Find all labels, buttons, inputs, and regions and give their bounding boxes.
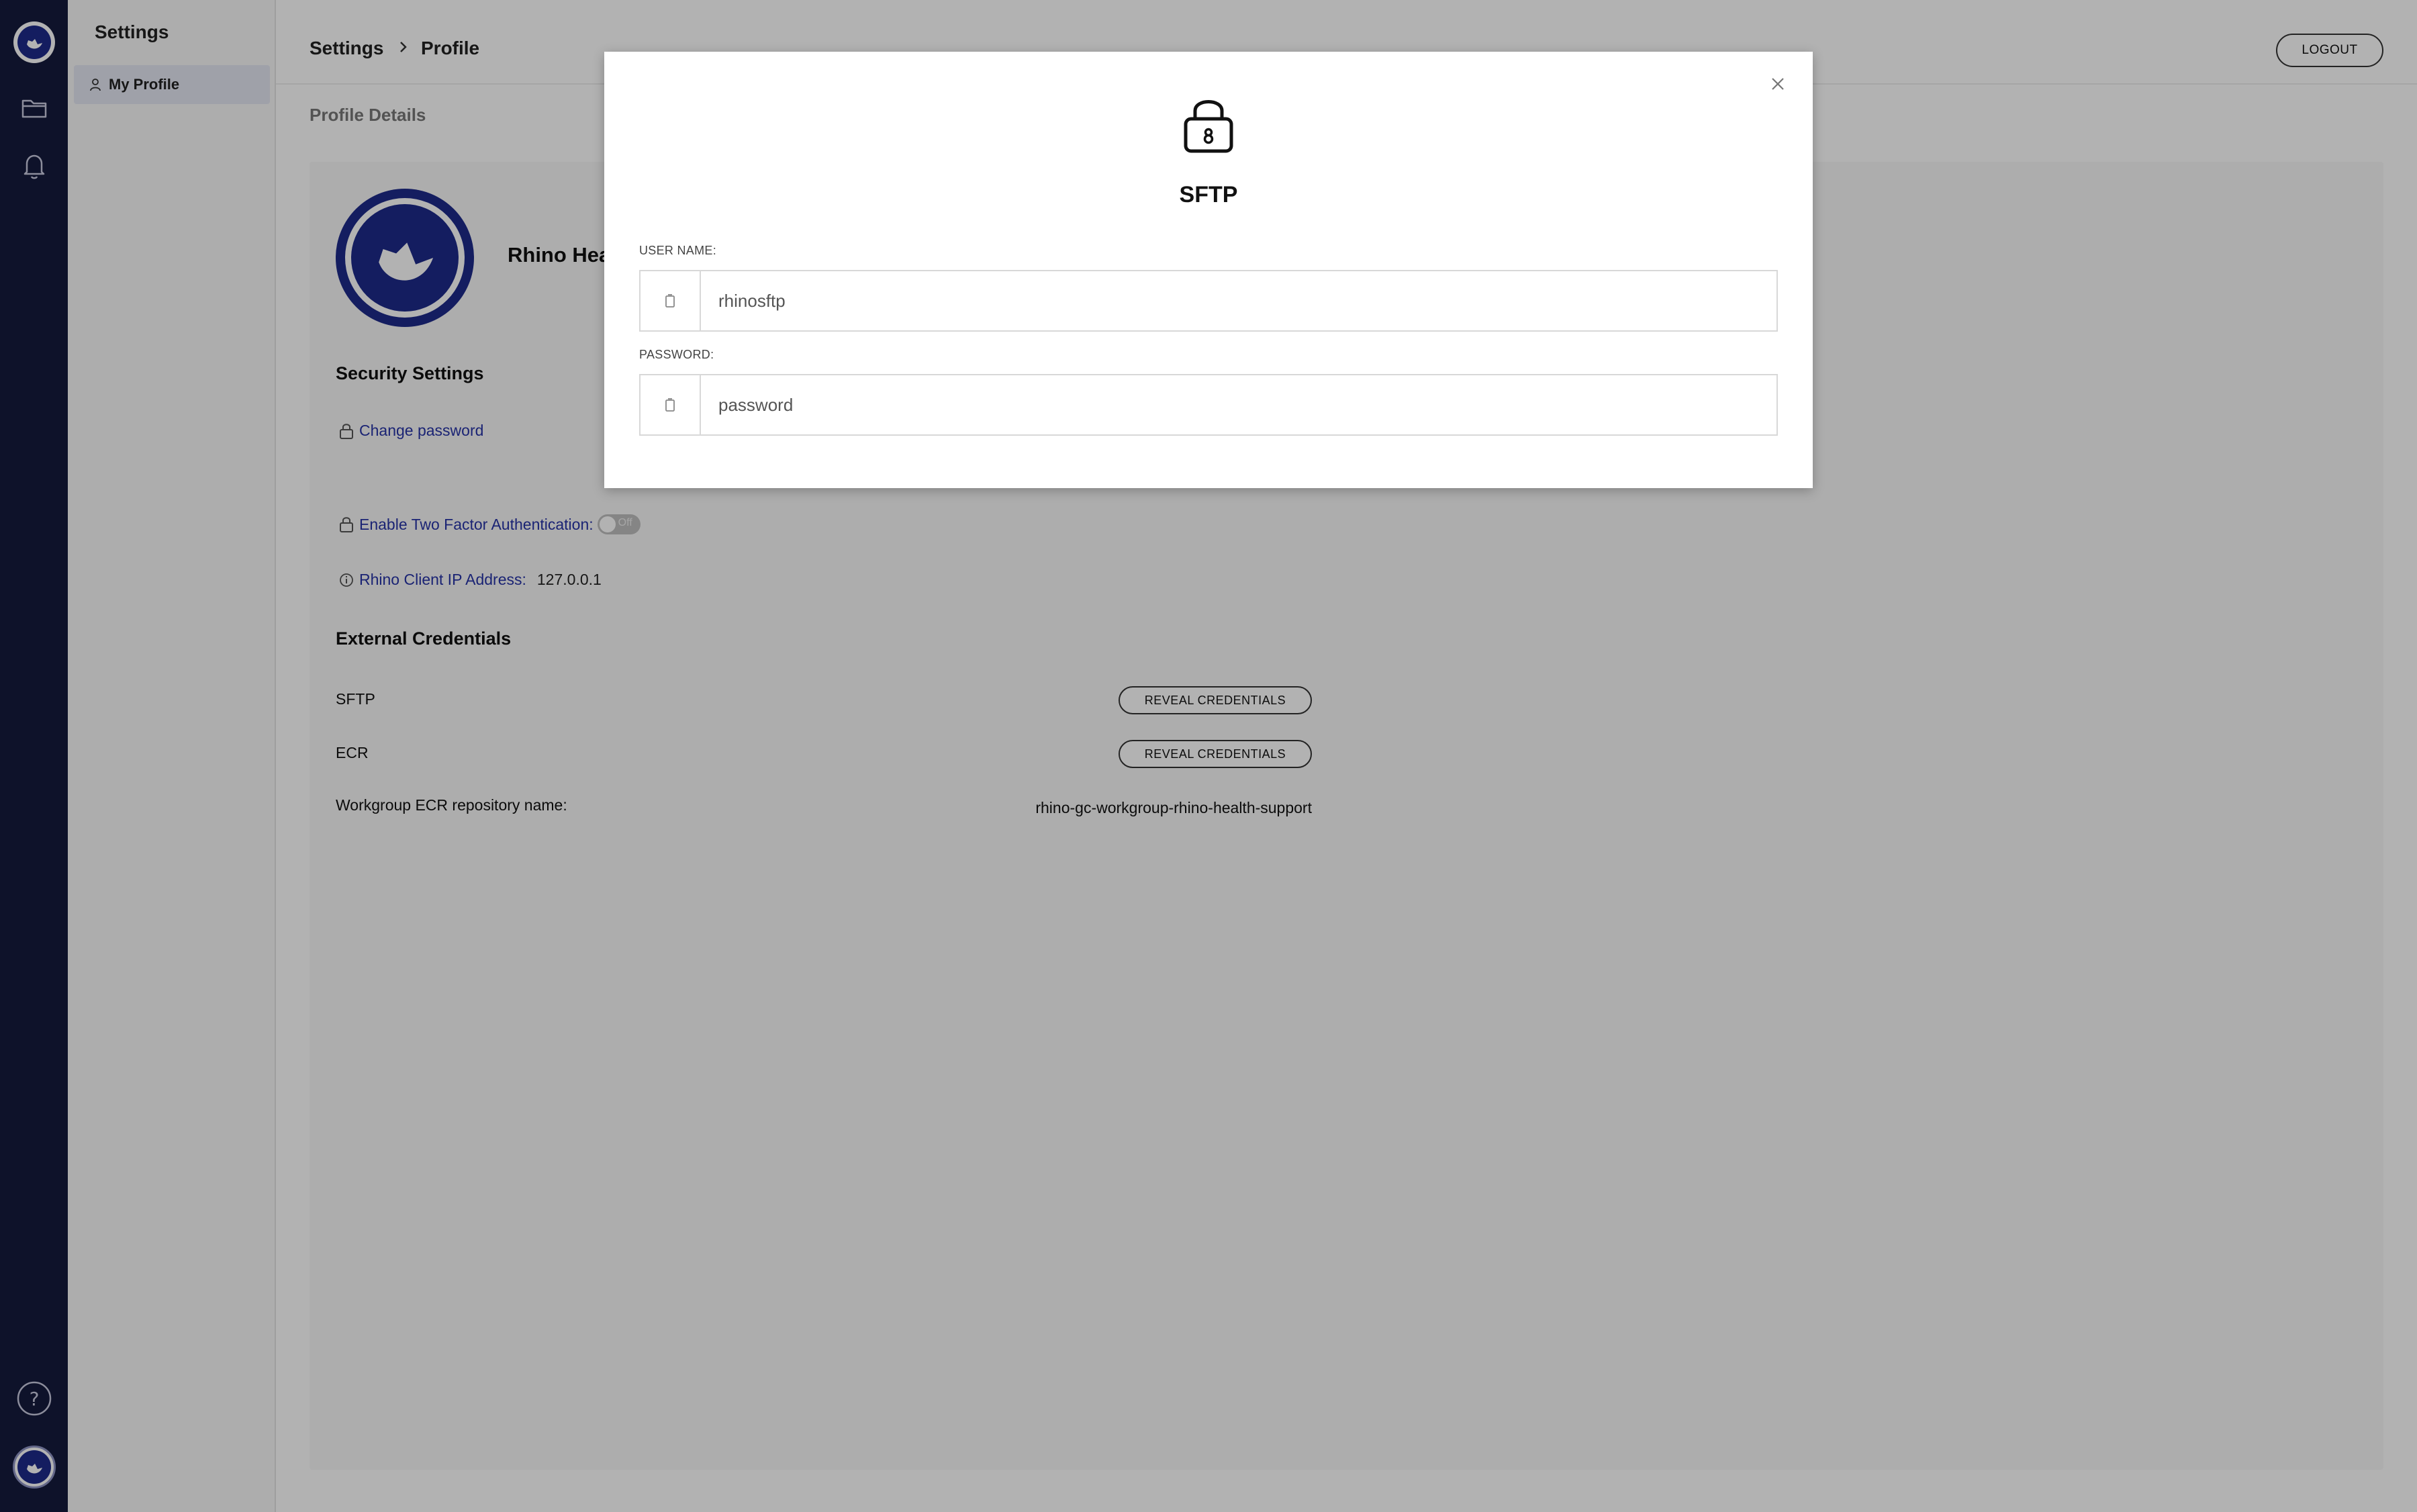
copy-password-button[interactable] [641, 375, 701, 434]
copy-username-button[interactable] [641, 271, 701, 330]
username-input[interactable] [701, 271, 1776, 330]
username-field [639, 270, 1778, 332]
copy-icon [665, 398, 675, 412]
username-label: USER NAME: [639, 244, 717, 257]
lock-icon [1184, 100, 1233, 153]
modal-title: SFTP [1179, 182, 1238, 207]
password-label: PASSWORD: [639, 348, 714, 361]
password-input[interactable] [701, 375, 1776, 434]
sftp-credentials-modal: SFTP USER NAME: PASSWORD: [604, 52, 1813, 488]
copy-icon [665, 294, 675, 308]
close-icon [1772, 78, 1784, 90]
close-button[interactable] [1763, 69, 1793, 99]
password-field [639, 374, 1778, 436]
